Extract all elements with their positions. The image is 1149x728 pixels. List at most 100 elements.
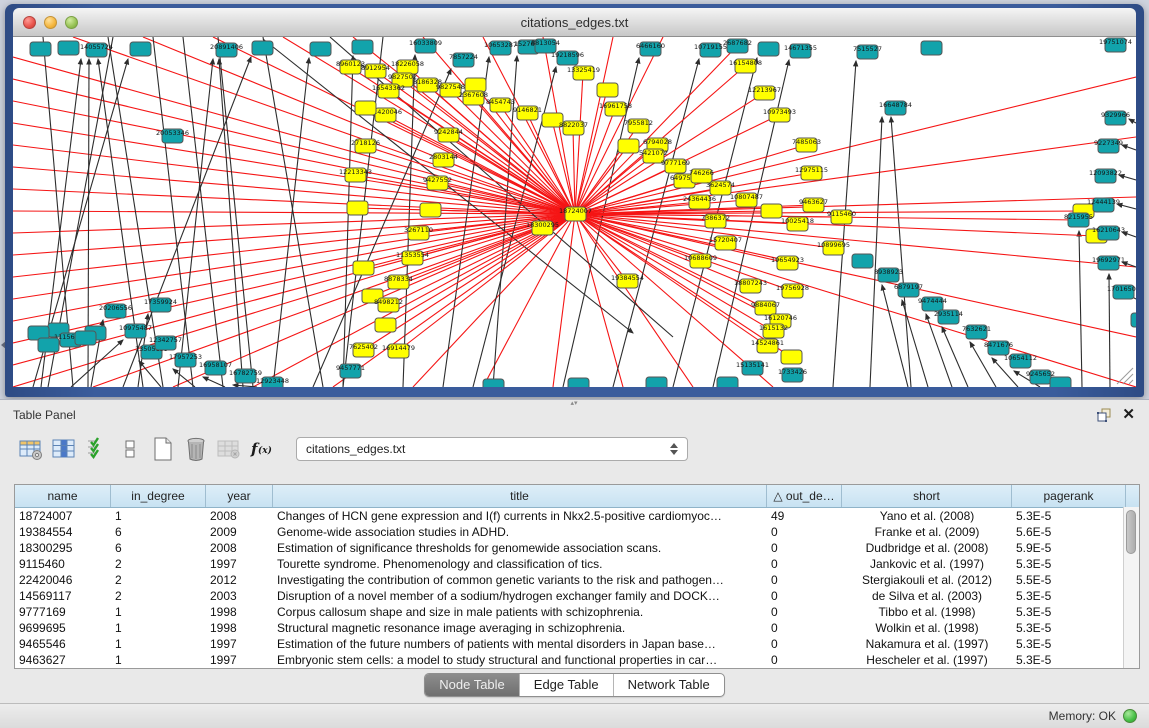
graph-node[interactable] xyxy=(618,139,639,153)
function-builder-icon[interactable]: f(x) xyxy=(249,436,275,462)
graph-node[interactable] xyxy=(852,254,873,268)
window-titlebar[interactable]: citations_edges.txt xyxy=(13,8,1136,37)
graph-node[interactable] xyxy=(761,204,782,218)
graph-node[interactable]: 8878334 xyxy=(384,275,413,289)
graph-node[interactable] xyxy=(347,201,368,215)
graph-node[interactable]: 2367608 xyxy=(459,91,488,105)
resize-grip-icon[interactable] xyxy=(1129,380,1133,384)
graph-node[interactable] xyxy=(646,377,667,387)
graph-node[interactable]: 16914479 xyxy=(382,344,415,358)
graph-node[interactable]: 9242844 xyxy=(434,128,463,142)
table-row[interactable]: 946362711997Embryonic stem cells: a mode… xyxy=(15,652,1139,668)
graph-node[interactable] xyxy=(353,261,374,275)
column-header-title[interactable]: title xyxy=(273,485,767,507)
graph-node[interactable]: 7515527 xyxy=(853,45,882,59)
graph-node[interactable]: 16961758 xyxy=(599,102,632,116)
table-row[interactable]: 1456911722003Disruption of a novel membe… xyxy=(15,588,1139,604)
table-row[interactable]: 911546021997Tourette syndrome. Phenomeno… xyxy=(15,556,1139,572)
graph-node[interactable] xyxy=(597,83,618,97)
graph-node[interactable]: 16154808 xyxy=(729,59,762,73)
memory-ok-icon[interactable] xyxy=(1123,709,1137,723)
graph-node[interactable]: 16543362 xyxy=(372,84,405,98)
row-options-icon[interactable] xyxy=(117,436,143,462)
float-panel-icon[interactable] xyxy=(1096,407,1112,423)
graph-node[interactable] xyxy=(465,78,486,92)
graph-node[interactable]: 9146821 xyxy=(513,106,542,120)
graph-node[interactable] xyxy=(30,42,51,56)
table-row[interactable]: 969969511998Structural magnetic resonanc… xyxy=(15,620,1139,636)
graph-node[interactable]: 16648784 xyxy=(879,101,912,115)
graph-node[interactable]: 15135141 xyxy=(736,361,769,375)
tab-edge-table[interactable]: Edge Table xyxy=(519,674,613,696)
graph-node[interactable] xyxy=(781,350,802,364)
table-scrollbar-thumb[interactable] xyxy=(1126,510,1136,554)
graph-node[interactable]: 8822037 xyxy=(559,121,588,135)
graph-node[interactable]: 8471676 xyxy=(984,341,1013,355)
graph-node[interactable]: 10654112 xyxy=(1004,354,1037,368)
graph-node[interactable] xyxy=(310,42,331,56)
column-header-indegree[interactable]: in_degree xyxy=(111,485,206,507)
graph-node[interactable]: 6466160 xyxy=(636,42,665,56)
graph-node[interactable]: 1615132 xyxy=(759,324,788,338)
graph-node[interactable]: 10975487 xyxy=(119,324,152,338)
close-panel-icon[interactable]: ✕ xyxy=(1122,408,1135,422)
graph-node[interactable]: 12213967 xyxy=(748,86,781,100)
graph-node[interactable]: 9777169 xyxy=(661,159,690,173)
graph-node[interactable]: 8498212 xyxy=(374,298,403,312)
graph-node[interactable]: 16033809 xyxy=(409,39,442,53)
graph-node[interactable]: 10025418 xyxy=(781,217,814,231)
graph-node[interactable] xyxy=(1050,377,1071,387)
graph-node[interactable]: 14055724 xyxy=(80,43,113,57)
graph-node[interactable]: 20053346 xyxy=(156,129,189,143)
graph-node[interactable]: 9463627 xyxy=(799,198,828,212)
resize-grip-icon[interactable] xyxy=(1123,374,1133,384)
graph-node[interactable]: 20206556 xyxy=(99,304,132,318)
graph-node[interactable] xyxy=(38,338,59,352)
graph-node[interactable]: 7857224 xyxy=(449,53,478,67)
graph-node[interactable] xyxy=(483,379,504,387)
graph-node[interactable]: 10807487 xyxy=(730,193,763,207)
graph-node[interactable]: 18807243 xyxy=(734,279,767,293)
graph-node[interactable]: 20891406 xyxy=(210,43,243,57)
graph-node[interactable]: 10653287 xyxy=(484,41,517,55)
graph-node[interactable]: 10688609 xyxy=(684,254,717,268)
graph-node[interactable]: 9115460 xyxy=(827,210,856,224)
graph-node[interactable] xyxy=(375,318,396,332)
table-row[interactable]: 1830029562008Estimation of significance … xyxy=(15,540,1139,556)
graph-node[interactable] xyxy=(1131,313,1136,327)
graph-node[interactable]: 14671355 xyxy=(784,44,817,58)
graph-node[interactable] xyxy=(130,42,151,56)
graph-node[interactable]: 7485063 xyxy=(792,138,821,152)
graph-node[interactable]: 24364436 xyxy=(683,195,716,209)
table-row[interactable]: 2242004622012Investigating the contribut… xyxy=(15,572,1139,588)
column-header-outde[interactable]: △ out_de… xyxy=(767,485,842,507)
graph-node[interactable]: 2935114 xyxy=(934,310,963,324)
graph-node[interactable]: 7632621 xyxy=(962,325,991,339)
graph-node[interactable] xyxy=(420,203,441,217)
column-header-year[interactable]: year xyxy=(206,485,273,507)
tab-node-table[interactable]: Node Table xyxy=(425,674,519,696)
graph-node[interactable] xyxy=(921,41,942,55)
table-settings-icon[interactable] xyxy=(18,436,44,462)
graph-node[interactable]: 14524861 xyxy=(751,339,784,353)
graph-node[interactable]: 6879197 xyxy=(894,283,923,297)
graph-node[interactable]: 11353554 xyxy=(396,251,429,265)
graph-node[interactable]: 19692971 xyxy=(1092,256,1125,270)
graph-node[interactable]: 12975115 xyxy=(795,166,828,180)
graph-node[interactable]: 16958107 xyxy=(199,361,232,375)
graph-node[interactable]: 3267110 xyxy=(404,226,433,240)
graph-node[interactable]: 9457771 xyxy=(336,364,365,378)
column-header-name[interactable]: name xyxy=(15,485,111,507)
table-row[interactable]: 977716911998Corpus callosum shape and si… xyxy=(15,604,1139,620)
graph-node[interactable]: 8454743 xyxy=(486,98,515,112)
graph-node[interactable]: 1733426 xyxy=(778,368,807,382)
graph-node[interactable]: 17016504 xyxy=(1107,285,1136,299)
graph-node[interactable]: 9427552 xyxy=(423,176,452,190)
splitter-handle[interactable]: ▴▾ xyxy=(567,400,581,407)
graph-node[interactable]: 9227349 xyxy=(1094,139,1123,153)
graph-node[interactable]: 19654923 xyxy=(771,256,804,270)
graph-node[interactable]: 19756928 xyxy=(776,284,809,298)
table-scrollbar[interactable] xyxy=(1123,507,1139,668)
graph-node[interactable]: 8215955 xyxy=(1064,213,1093,227)
tab-network-table[interactable]: Network Table xyxy=(613,674,724,696)
